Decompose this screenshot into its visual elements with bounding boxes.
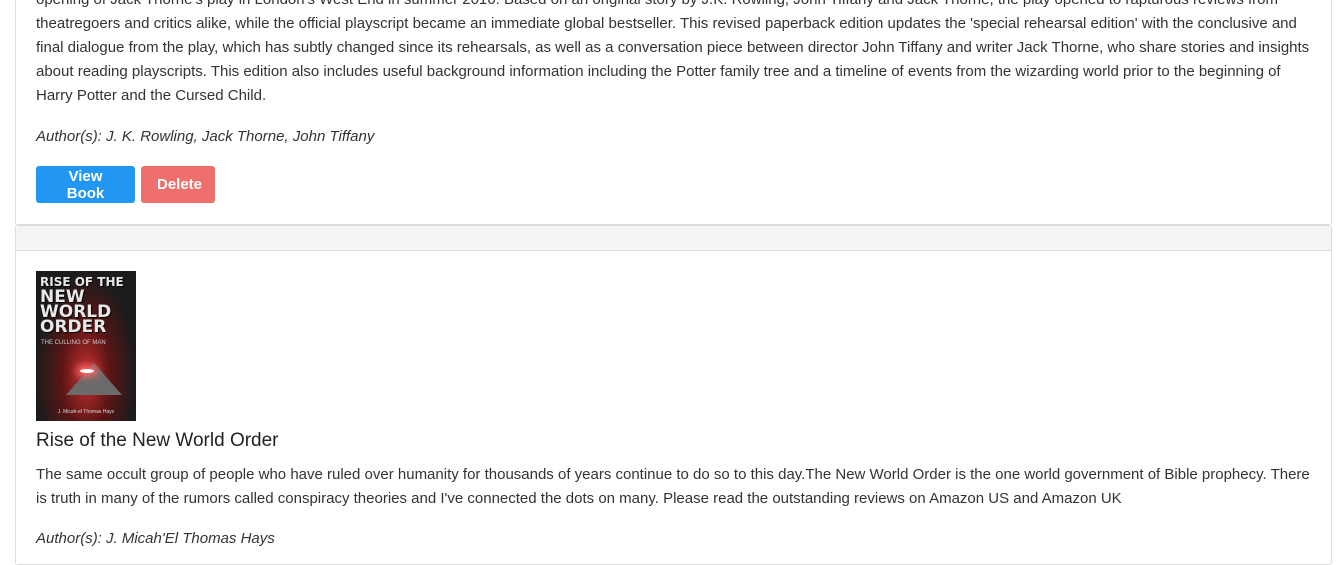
book-card: RISE OF THE NEW WORLD ORDER THE CULLING … — [15, 225, 1332, 565]
cover-author: J. Micah-el Thomas Hays — [57, 409, 115, 415]
book-description: The same occult group of people who have… — [36, 466, 1310, 507]
pyramid-graphic — [66, 363, 122, 395]
book-title: Rise of the New World Order — [36, 430, 279, 451]
book-authors: Author(s): J. K. Rowling, Jack Thorne, J… — [36, 128, 375, 145]
card-header — [16, 226, 1331, 251]
book-cover-image: RISE OF THE NEW WORLD ORDER THE CULLING … — [36, 271, 136, 421]
cover-subtitle: THE CULLING OF MAN — [41, 340, 106, 346]
book-authors: Author(s): J. Micah'El Thomas Hays — [36, 530, 275, 547]
book-card: opening of Jack Thorne's play in London'… — [15, 0, 1332, 225]
book-description: opening of Jack Thorne's play in London'… — [36, 0, 1310, 104]
cover-title-line: ORDER — [40, 317, 107, 337]
view-book-button[interactable]: View Book — [36, 166, 135, 203]
delete-button[interactable]: Delete — [141, 166, 215, 203]
light-beam-graphic — [80, 369, 94, 373]
